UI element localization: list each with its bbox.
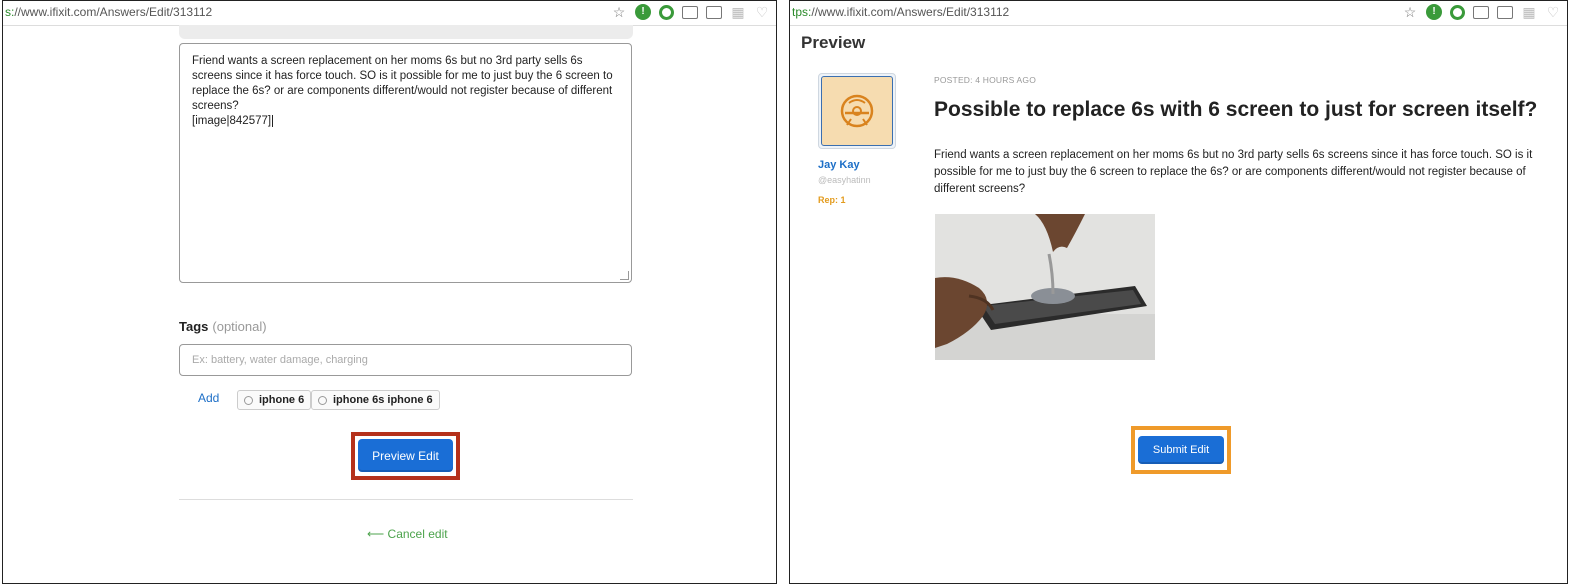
window-icon[interactable]: [706, 5, 722, 19]
star-icon[interactable]: ☆: [1402, 4, 1418, 20]
star-icon[interactable]: ☆: [611, 4, 627, 20]
phone-repair-photo: [935, 214, 1155, 360]
tag-chip[interactable]: iphone 6: [237, 390, 312, 410]
user-handle: @easyhatinn: [818, 175, 871, 185]
qr-icon[interactable]: ▦: [730, 4, 746, 20]
browser-address-bar[interactable]: tps://www.ifixit.com/Answers/Edit/313112…: [790, 1, 1567, 26]
question-body: Friend wants a screen replacement on her…: [934, 149, 1533, 195]
add-tag-link[interactable]: Add: [198, 391, 219, 405]
user-name-link[interactable]: Jay Kay: [818, 159, 860, 171]
url-scheme: s:: [5, 5, 15, 19]
remove-tag-icon[interactable]: [318, 395, 327, 405]
browser-toolbar-icons: ☆ ! ▦ ♡: [611, 4, 770, 20]
question-title: Possible to replace 6s with 6 screen to …: [934, 98, 1538, 121]
window-icon[interactable]: [1497, 5, 1513, 19]
cast-icon[interactable]: [682, 5, 698, 19]
tag-chip-label: iphone 6: [259, 394, 305, 406]
avatar-image: [821, 76, 893, 146]
cancel-edit-link[interactable]: ⟵ Cancel edit: [367, 527, 448, 541]
browser-toolbar-icons: ☆ ! ▦ ♡: [1402, 4, 1561, 20]
tags-input[interactable]: Ex: battery, water damage, charging: [179, 344, 632, 376]
tags-label: Tags (optional): [179, 319, 267, 334]
cancel-edit-label: Cancel edit: [387, 527, 448, 541]
url-text[interactable]: s://www.ifixit.com/Answers/Edit/313112: [5, 5, 212, 19]
browser-address-bar[interactable]: s://www.ifixit.com/Answers/Edit/313112 ☆…: [3, 1, 776, 26]
submit-edit-button[interactable]: Submit Edit: [1138, 436, 1224, 464]
extension-icon[interactable]: !: [1426, 4, 1442, 20]
url-text[interactable]: tps://www.ifixit.com/Answers/Edit/313112: [792, 5, 1009, 19]
url-path: //www.ifixit.com/Answers/Edit/313112: [811, 5, 1010, 19]
tag-chip-label: iphone 6s iphone 6: [333, 394, 433, 406]
collapsed-field-stub: [179, 25, 633, 39]
right-screenshot-panel: tps://www.ifixit.com/Answers/Edit/313112…: [789, 0, 1568, 584]
tag-chip[interactable]: iphone 6s iphone 6: [311, 390, 440, 410]
saw-blade-icon: [840, 94, 874, 128]
resize-handle-icon[interactable]: [620, 271, 629, 280]
tags-label-text: Tags: [179, 319, 209, 334]
question-image[interactable]: [935, 214, 1155, 360]
tags-optional-text: (optional): [212, 319, 267, 334]
preview-heading: Preview: [801, 33, 866, 52]
pocket-icon[interactable]: ♡: [754, 4, 770, 20]
editor-image-tag: [image|842577]: [192, 115, 272, 127]
avatar[interactable]: [818, 73, 896, 149]
cast-icon[interactable]: [1473, 5, 1489, 19]
remove-tag-icon[interactable]: [244, 395, 253, 405]
url-scheme: tps:: [792, 5, 812, 19]
left-screenshot-panel: s://www.ifixit.com/Answers/Edit/313112 ☆…: [2, 0, 777, 584]
url-path: //www.ifixit.com/Answers/Edit/313112: [14, 5, 213, 19]
question-body-textarea[interactable]: Friend wants a screen replacement on her…: [179, 43, 632, 283]
extension-icon[interactable]: !: [635, 4, 651, 20]
qr-icon[interactable]: ▦: [1521, 4, 1537, 20]
posted-timestamp: POSTED: 4 HOURS AGO: [934, 75, 1037, 85]
refresh-icon[interactable]: [1450, 4, 1465, 20]
preview-edit-button[interactable]: Preview Edit: [358, 439, 453, 472]
editor-body-text: Friend wants a screen replacement on her…: [192, 55, 613, 112]
section-divider: [179, 499, 633, 500]
refresh-icon[interactable]: [659, 4, 674, 20]
text-caret: [272, 115, 274, 127]
user-reputation: Rep: 1: [818, 195, 846, 205]
arrow-left-icon: ⟵: [367, 527, 385, 541]
pocket-icon[interactable]: ♡: [1545, 4, 1561, 20]
